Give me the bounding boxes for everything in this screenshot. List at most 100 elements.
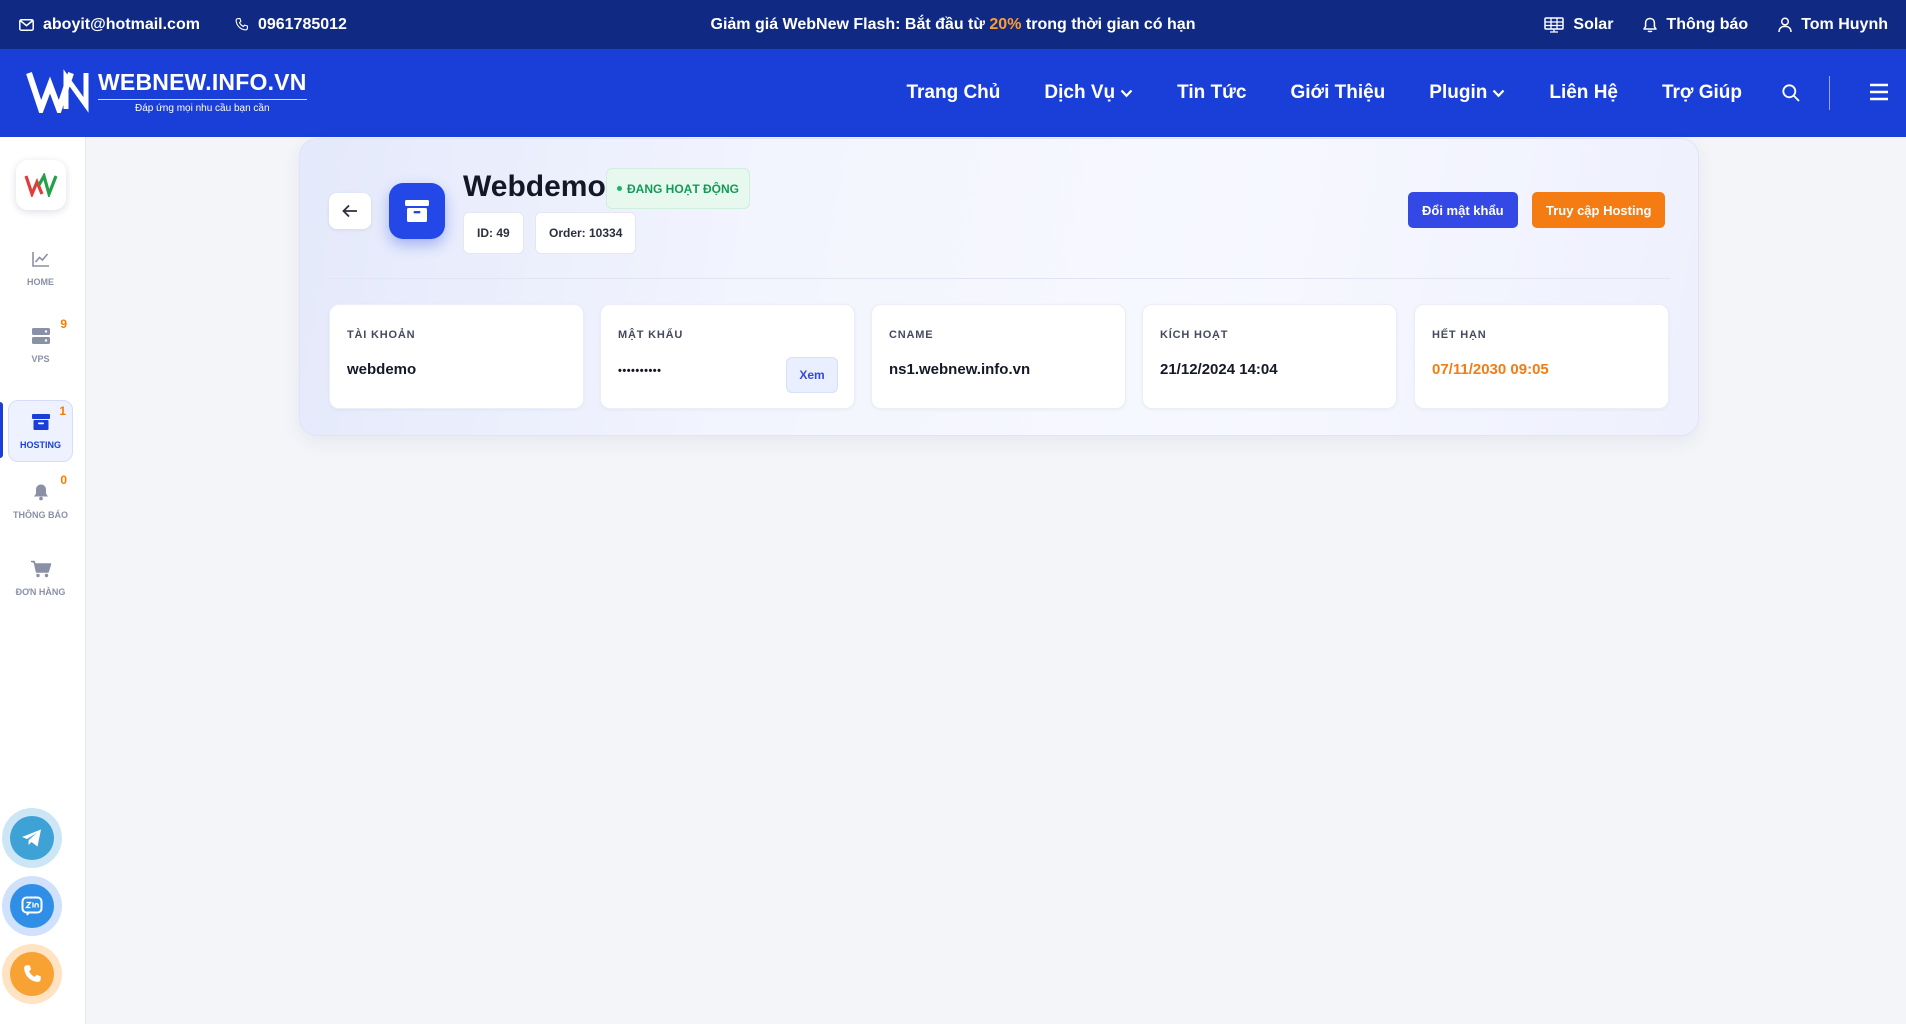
chart-line-icon xyxy=(31,250,51,268)
user-icon xyxy=(1778,17,1792,33)
call-button[interactable] xyxy=(2,944,62,1004)
nav-help-label: Trợ Giúp xyxy=(1661,82,1742,103)
top-info-bar: aboyit@hotmail.com 0961785012 Giảm giá W… xyxy=(0,0,1906,49)
account-value: webdemo xyxy=(347,361,417,378)
nav-plugin-label: Plugin xyxy=(1429,82,1488,103)
activated-value: 21/12/2024 14:04 xyxy=(1160,361,1278,378)
notifications-link[interactable]: Thông báo xyxy=(1643,16,1748,34)
brand-tagline: Đáp ứng mọi nhu cầu bạn cần xyxy=(98,99,307,115)
nav-home-label: Trang Chủ xyxy=(906,82,1001,103)
promo-text-end: trong thời gian có hạn xyxy=(1021,15,1196,33)
mail-icon xyxy=(19,18,34,31)
nav-home[interactable]: Trang Chủ xyxy=(906,82,1000,104)
server-icon xyxy=(31,327,51,345)
contact-email-text: aboyit@hotmail.com xyxy=(43,15,200,33)
zalo-button[interactable] xyxy=(2,876,62,936)
phone-icon xyxy=(234,17,249,32)
sidebar-badge: 1 xyxy=(59,404,66,418)
chevron-down-icon xyxy=(1120,89,1133,98)
telegram-button[interactable] xyxy=(2,808,62,868)
nav-services[interactable]: Dịch Vụ xyxy=(1044,82,1133,104)
cname-card: CNAME ns1.webnew.info.vn xyxy=(871,304,1126,409)
sidebar-item-label: HOME xyxy=(27,276,54,287)
hamburger-icon[interactable] xyxy=(1868,82,1890,102)
status-dot xyxy=(617,186,622,191)
change-password-button[interactable]: Đổi mật khẩu xyxy=(1408,192,1518,228)
activated-card: KÍCH HOẠT 21/12/2024 14:04 xyxy=(1142,304,1397,409)
sidebar-item-label: VPS xyxy=(31,353,50,364)
sidebar-item-label: ĐƠN HÀNG xyxy=(15,586,66,597)
user-menu[interactable]: Tom Huynh xyxy=(1778,16,1888,34)
password-label: MẬT KHẨU xyxy=(618,329,684,341)
nav-help[interactable]: Trợ Giúp xyxy=(1662,82,1742,104)
nav-contact-label: Liên Hệ xyxy=(1549,82,1618,103)
sidebar-item-home[interactable]: HOME xyxy=(8,237,73,299)
order-id-chip: Order: 10334 xyxy=(535,212,637,254)
bell-icon xyxy=(1643,17,1658,33)
zalo-icon xyxy=(10,884,54,928)
view-password-button[interactable]: Xem xyxy=(786,357,838,393)
card-divider xyxy=(329,278,1670,279)
palette-icon xyxy=(1544,16,1565,33)
cname-value: ns1.webnew.info.vn xyxy=(889,361,1031,378)
brand-name: WEBNEW.INFO.VN xyxy=(98,69,307,95)
cart-icon xyxy=(30,560,52,578)
access-hosting-button[interactable]: Truy cập Hosting xyxy=(1532,192,1666,228)
expires-value: 07/11/2030 09:05 xyxy=(1432,361,1549,378)
sidebar-item-vps[interactable]: 9 VPS xyxy=(8,314,73,376)
site-logo[interactable]: WEBNEW.INFO.VN Đáp ứng mọi nhu cầu bạn c… xyxy=(26,69,307,115)
contact-phone[interactable]: 0961785012 xyxy=(234,16,347,34)
password-card: MẬT KHẨU •••••••••• Xem xyxy=(600,304,855,409)
activated-label: KÍCH HOẠT xyxy=(1160,329,1229,341)
expires-card: HẾT HẠN 07/11/2030 09:05 xyxy=(1414,304,1669,409)
sidebar-badge: 0 xyxy=(60,473,67,487)
sidebar-item-label: THÔNG BÁO xyxy=(13,509,68,520)
sidebar-logo[interactable] xyxy=(16,160,66,210)
sidebar-badge: 9 xyxy=(60,317,67,331)
webnew-logo-icon xyxy=(26,69,90,113)
contact-phone-text: 0961785012 xyxy=(257,15,347,33)
service-id-chip: ID: 49 xyxy=(463,212,524,254)
theme-switch-label: Solar xyxy=(1573,15,1614,33)
cname-label: CNAME xyxy=(889,329,934,341)
status-badge: ĐANG HOẠT ĐỘNG xyxy=(606,168,750,209)
main-menu: Trang Chủ Dịch Vụ Tin Tức Giới Thiệu Plu… xyxy=(906,49,1742,137)
phone-icon xyxy=(10,952,54,996)
promo-percent: 20% xyxy=(989,15,1022,33)
archive-box-icon xyxy=(31,413,51,431)
nav-plugin[interactable]: Plugin xyxy=(1429,82,1505,104)
hosting-detail-card: Webdemo ĐANG HOẠT ĐỘNG ID: 49 Order: 103… xyxy=(299,138,1699,436)
active-indicator xyxy=(0,402,3,458)
sidebar-item-hosting[interactable]: 1 HOSTING xyxy=(8,400,73,462)
main-navbar: WEBNEW.INFO.VN Đáp ứng mọi nhu cầu bạn c… xyxy=(0,49,1906,137)
expires-label: HẾT HẠN xyxy=(1432,329,1487,341)
sidebar-item-notifications[interactable]: 0 THÔNG BÁO xyxy=(8,470,73,532)
promo-text-start: Giảm giá WebNew Flash: Bắt đầu từ xyxy=(710,15,990,33)
account-label: TÀI KHOẢN xyxy=(347,329,416,341)
nav-contact[interactable]: Liên Hệ xyxy=(1549,82,1618,104)
webnew-mini-logo-icon xyxy=(24,173,58,197)
status-text: ĐANG HOẠT ĐỘNG xyxy=(627,181,739,196)
nav-news-label: Tin Tức xyxy=(1177,82,1247,103)
theme-switch[interactable]: Solar xyxy=(1544,16,1613,34)
archive-box-icon xyxy=(389,183,445,239)
arrow-left-icon xyxy=(342,204,358,218)
sidebar-item-orders[interactable]: ĐƠN HÀNG xyxy=(8,547,73,609)
nav-services-label: Dịch Vụ xyxy=(1044,82,1116,103)
back-button[interactable] xyxy=(329,193,371,229)
sidebar-item-label: HOSTING xyxy=(19,439,61,450)
nav-about-label: Giới Thiệu xyxy=(1290,82,1386,103)
password-value: •••••••••• xyxy=(618,365,662,377)
telegram-icon xyxy=(10,816,54,860)
nav-divider xyxy=(1829,76,1830,110)
account-card: TÀI KHOẢN webdemo xyxy=(329,304,584,409)
nav-about[interactable]: Giới Thiệu xyxy=(1291,82,1386,104)
bell-icon xyxy=(32,483,50,501)
nav-news[interactable]: Tin Tức xyxy=(1177,82,1246,104)
notifications-label: Thông báo xyxy=(1666,15,1749,33)
user-name: Tom Huynh xyxy=(1801,15,1888,33)
search-icon[interactable] xyxy=(1781,83,1801,103)
contact-email[interactable]: aboyit@hotmail.com xyxy=(19,16,200,34)
chevron-down-icon xyxy=(1492,89,1505,98)
service-title: Webdemo xyxy=(463,170,606,203)
